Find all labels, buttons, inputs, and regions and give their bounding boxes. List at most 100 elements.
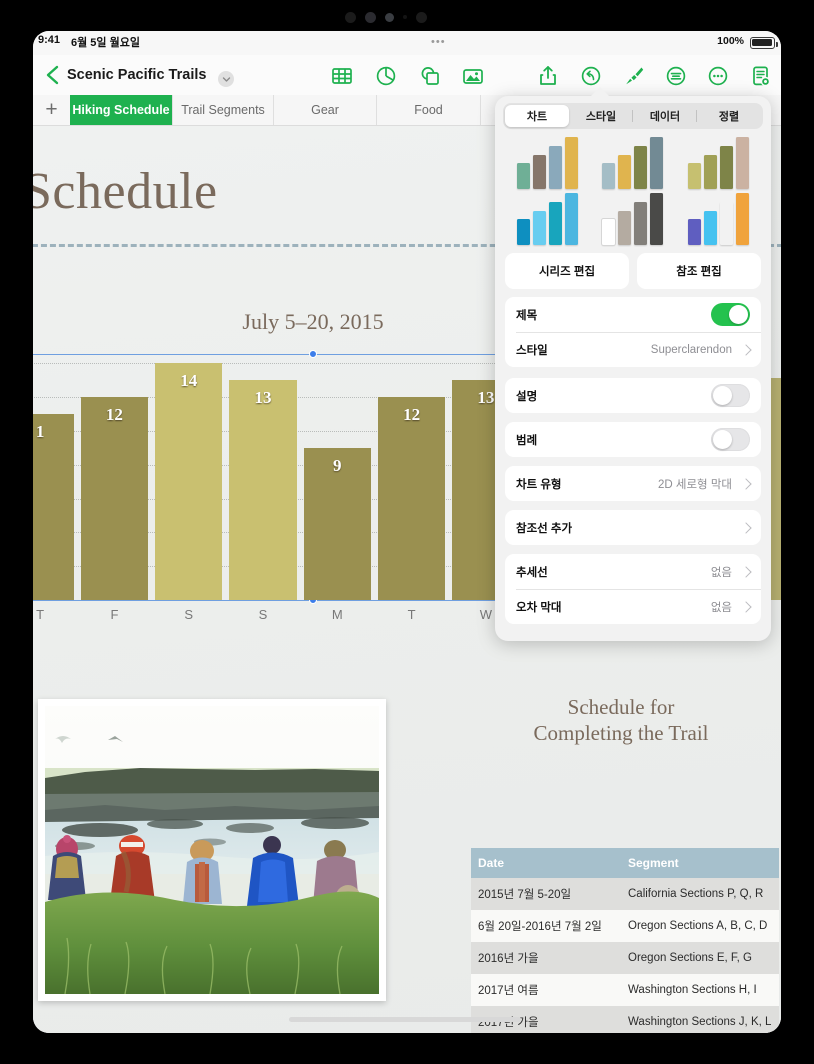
bar-chart-object[interactable]: 1 12 14 13 9 12 13 TFSSMTW [33, 350, 523, 622]
share-icon[interactable] [536, 64, 560, 88]
table-cell-segment[interactable]: Oregon Sections E, F, G [621, 942, 779, 974]
legend-toggle[interactable] [711, 428, 750, 451]
thumbnail-bar [634, 202, 648, 245]
format-brush-icon[interactable] [622, 64, 646, 88]
table-cell-date[interactable]: 2015년 7월 5-20일 [471, 878, 621, 910]
chart-style-3[interactable] [676, 137, 761, 193]
chart-style-4[interactable] [505, 193, 590, 249]
chart-bar[interactable]: 12 [80, 397, 149, 600]
collaborate-icon[interactable] [749, 64, 773, 88]
add-reference-line-row[interactable]: 참조선 추가 [505, 510, 761, 545]
thumbnail-bar [634, 146, 648, 189]
table-cell-segment[interactable]: Washington Sections J, K, L [621, 1006, 779, 1033]
thumbnail-bar [735, 137, 749, 189]
table-cell-date[interactable]: 6월 20일-2016년 7월 2일 [471, 910, 621, 942]
sensor-dot [416, 11, 427, 23]
thumbnail-bar [533, 155, 547, 189]
battery-percent: 100% [717, 35, 744, 47]
chart-bar-value-label: 1 [35, 422, 45, 442]
chart-x-tick-label: T [407, 607, 416, 622]
title-row[interactable]: 제목 [505, 297, 761, 332]
thumbnail-bar [602, 163, 616, 189]
table-cell-segment[interactable]: Oregon Sections A, B, C, D [621, 910, 779, 942]
document-heading[interactable]: g Schedule [33, 162, 413, 221]
edit-series-button[interactable]: 시리즈 편집 [505, 253, 629, 289]
trendline-row[interactable]: 추세선 없음 [505, 554, 761, 589]
thumbnail-bar [549, 202, 563, 245]
more-icon[interactable] [706, 64, 730, 88]
chart-style-6[interactable] [676, 193, 761, 249]
description-row[interactable]: 설명 [505, 378, 761, 413]
table-row[interactable]: 2016년 가을 Oregon Sections E, F, G [471, 942, 779, 974]
table-row[interactable]: 2017년 여름 Washington Sections H, I [471, 974, 779, 1006]
panel-segmented-control[interactable]: 차트 스타일 데이터 정렬 [503, 103, 763, 129]
chart-type-group: 차트 유형 2D 세로형 막대 [505, 466, 761, 501]
table-cell-date[interactable]: 2016년 가을 [471, 942, 621, 974]
navigation-toolbar: Scenic Pacific Trails [33, 55, 781, 95]
thumbnail-bar [618, 155, 632, 189]
thumbnail-bar [650, 193, 664, 245]
panel-pointer-arrow [589, 87, 611, 98]
document-options-icon[interactable] [664, 64, 688, 88]
photo-frame[interactable] [38, 699, 386, 1001]
legend-group: 범례 [505, 422, 761, 457]
hikers-coast-photo [45, 706, 379, 994]
chart-style-1[interactable] [505, 137, 590, 193]
home-indicator[interactable] [289, 1017, 521, 1022]
sheet-tab-hiking-schedule[interactable]: Hiking Schedule [70, 95, 172, 125]
thumbnail-bar [618, 211, 632, 245]
style-row[interactable]: 스타일 Superclarendon [505, 332, 761, 367]
title-toggle[interactable] [711, 303, 750, 326]
table-cell-date[interactable]: 2017년 여름 [471, 974, 621, 1006]
table-row[interactable]: 6월 20일-2016년 7월 2일 Oregon Sections A, B, … [471, 910, 779, 942]
insert-shape-icon[interactable] [418, 64, 442, 88]
undo-icon[interactable] [579, 64, 603, 88]
status-menu-dots: ••• [431, 36, 446, 48]
edit-references-button[interactable]: 참조 편집 [637, 253, 761, 289]
description-toggle[interactable] [711, 384, 750, 407]
chart-style-thumbnails [505, 137, 761, 247]
title-label: 제목 [516, 309, 538, 322]
chart-x-tick-label: T [36, 607, 45, 622]
chart-bar[interactable]: 13 [229, 380, 297, 600]
table-heading: Schedule for Completing the Trail [463, 694, 779, 747]
chart-type-row[interactable]: 차트 유형 2D 세로형 막대 [505, 466, 761, 501]
thumbnail-bar [735, 193, 749, 245]
chevron-left-icon[interactable] [41, 63, 63, 87]
chart-style-2[interactable] [590, 137, 675, 193]
thumbnail-bar [719, 146, 733, 189]
selection-line-bottom [33, 600, 523, 601]
insert-table-icon[interactable] [330, 64, 354, 88]
thumbnail-bar [687, 219, 701, 245]
chart-bar[interactable]: 9 [303, 447, 371, 600]
chevron-right-icon [740, 477, 752, 490]
table-cell-segment[interactable]: Washington Sections H, I [621, 974, 779, 1006]
table-header-segment: Segment [621, 848, 779, 878]
legend-row[interactable]: 범례 [505, 422, 761, 457]
segment-style[interactable]: 스타일 [569, 105, 633, 127]
chart-format-panel[interactable]: 차트 스타일 데이터 정렬 시리즈 편집 참조 편집 제목 스타일 Superc… [495, 96, 771, 641]
document-title[interactable]: Scenic Pacific Trails [67, 67, 206, 83]
insert-chart-icon[interactable] [374, 64, 398, 88]
segment-arrange[interactable]: 정렬 [697, 105, 761, 127]
chart-bar[interactable]: 1 [33, 414, 74, 600]
errorbar-row[interactable]: 오차 막대 없음 [505, 589, 761, 624]
table-cell-segment[interactable]: California Sections P, Q, R [621, 878, 779, 910]
insert-media-icon[interactable] [461, 64, 485, 88]
chart-bar[interactable]: 14 [155, 363, 223, 600]
segment-data[interactable]: 데이터 [633, 105, 697, 127]
chart-x-axis: TFSSMTW [33, 603, 523, 629]
chart-type-label: 차트 유형 [516, 478, 562, 491]
sheet-tab-trail-segments[interactable]: Trail Segments [172, 95, 273, 125]
sheet-tab-gear[interactable]: Gear [273, 95, 376, 125]
chart-style-5[interactable] [590, 193, 675, 249]
chart-bar[interactable]: 12 [377, 397, 446, 600]
table-row[interactable]: 2015년 7월 5-20일 California Sections P, Q, … [471, 878, 779, 910]
sheet-tab-food[interactable]: Food [376, 95, 480, 125]
chart-bar-value-label: 12 [403, 405, 421, 425]
status-time: 9:41 [38, 34, 61, 46]
chevron-down-icon[interactable] [218, 71, 234, 87]
schedule-table[interactable]: Date Segment 2015년 7월 5-20일 California Se… [471, 848, 779, 1033]
segment-chart[interactable]: 차트 [505, 105, 569, 127]
add-sheet-button[interactable]: + [33, 95, 70, 125]
